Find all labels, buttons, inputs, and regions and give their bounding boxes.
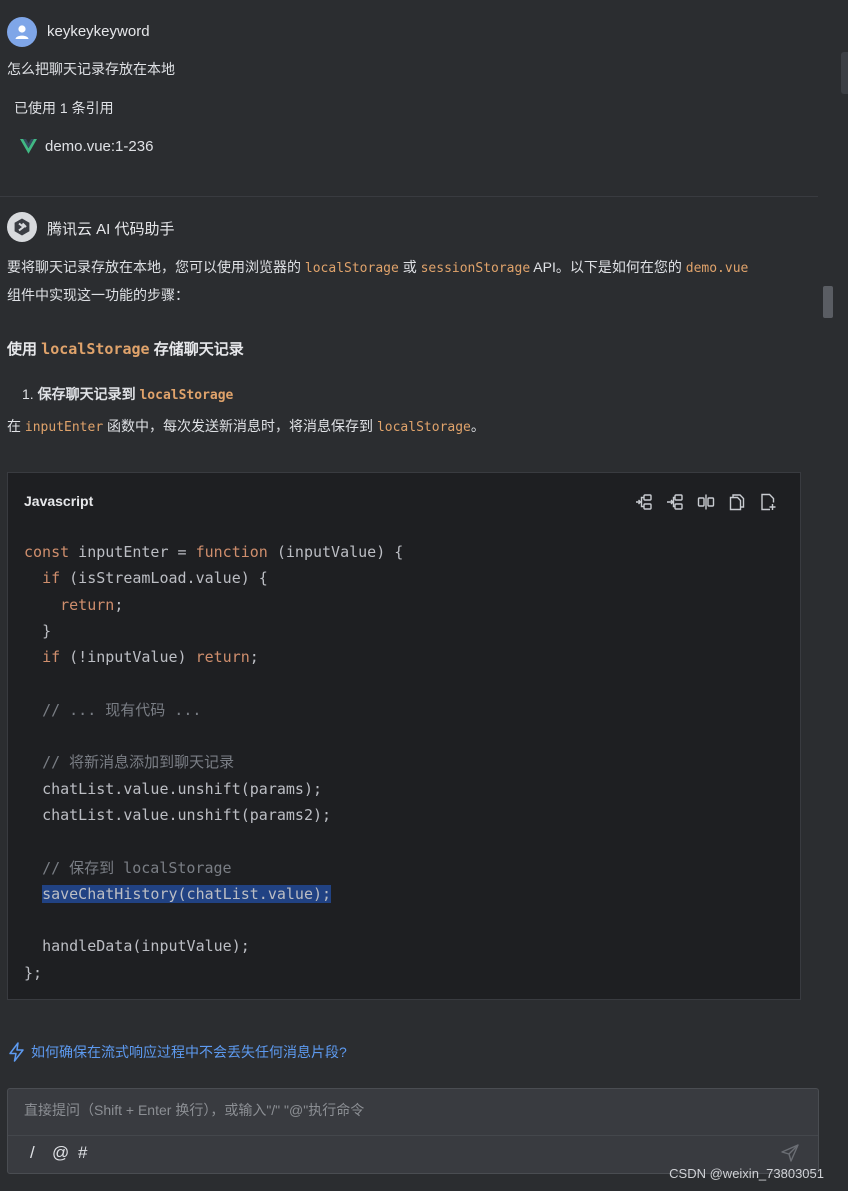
code-token: ; [249,648,259,667]
code-language-label: Javascript [24,493,94,509]
code-token: ; [114,595,124,614]
chat-input-box: / @ # [7,1088,819,1174]
diff-button[interactable] [695,491,716,512]
code-token: (!inputValue) [60,648,196,667]
user-icon [15,25,29,39]
code-token: (isStreamLoad.value) { [60,569,268,588]
insert-left-icon [635,493,652,510]
scrollbar-thumb[interactable] [823,286,833,318]
step-description: 在 inputEnter 函数中，每次发送新消息时，将消息保存到 localSt… [7,416,485,436]
slash-command-button[interactable]: / [30,1143,35,1163]
code-token: return [60,595,115,614]
step-number: 1. [22,386,34,402]
send-icon [781,1144,799,1162]
suggested-question-text: 如何确保在流式响应过程中不会丢失任何消息片段? [31,1044,347,1060]
heading-prefix: 使用 [7,341,42,358]
suggested-question[interactable]: 如何确保在流式响应过程中不会丢失任何消息片段? [8,1042,347,1062]
insert-right-button[interactable] [664,491,685,512]
code-token: return [195,648,250,667]
step-item: 1. 保存聊天记录到 localStorage [22,384,233,404]
diff-icon [697,494,714,509]
code-comment: // 保存到 localStorage [42,858,232,877]
code-toolbar [633,491,778,512]
input-divider [8,1135,818,1136]
code-token: chatList.value.unshift(params2); [42,805,332,824]
code-token: } [42,621,52,640]
user-question: 怎么把聊天记录存放在本地 [7,61,175,77]
code-token: function [195,543,268,561]
copy-icon [729,493,744,510]
inline-code-sessionstorage: sessionStorage [420,261,531,276]
code-token: chatList.value.unshift(params); [42,779,323,798]
reference-file-link[interactable]: demo.vue:1-236 [20,138,153,155]
username: keykeykeyword [47,23,150,40]
at-mention-button[interactable]: @ [52,1143,69,1163]
intro-text-2: 或 [398,259,421,275]
send-button[interactable] [780,1143,800,1166]
code-comment: // 将新消息添加到聊天记录 [42,753,235,772]
new-file-button[interactable] [757,491,778,512]
message-divider [0,196,818,197]
ai-avatar [7,212,37,242]
scrollbar-track[interactable] [832,0,848,1191]
user-avatar [7,17,37,47]
side-scroll-strip [841,52,848,94]
heading-suffix: 存储聊天记录 [149,341,244,358]
vue-icon [20,139,37,154]
code-token: const [24,543,70,561]
code-token: inputEnter = [69,543,196,561]
reference-count[interactable]: 已使用 1 条引用 [14,98,114,118]
new-file-icon [760,493,775,510]
code-content[interactable]: const inputEnter = function (inputValue)… [24,539,403,986]
code-comment: // ... 现有代码 ... [42,700,202,719]
insert-right-icon [666,493,683,510]
chat-input[interactable] [22,1101,786,1119]
inline-code-localstorage: localStorage [304,261,399,276]
hash-reference-button[interactable]: # [78,1143,87,1163]
desc-text-2: 函数中，每次发送新消息时，将消息保存到 [103,418,377,434]
assistant-intro: 要将聊天记录存放在本地，您可以使用浏览器的 localStorage 或 ses… [7,254,807,309]
code-block[interactable]: Javascript const inputEnter = function (… [7,472,801,1000]
csdn-watermark: CSDN @weixin_73803051 [669,1166,824,1181]
inline-code-localstorage-2: localStorage [376,420,471,435]
desc-text-3: 。 [470,418,485,434]
inline-code-inputenter: inputEnter [24,420,104,435]
intro-text-4: 组件中实现这一功能的步骤： [7,287,189,303]
code-token: if [42,569,61,588]
desc-text-1: 在 [7,418,25,434]
reference-file-name: demo.vue:1-236 [45,138,154,155]
tencent-cloud-logo-icon [14,218,30,236]
step-code: localStorage [139,388,234,403]
section-heading: 使用 localStorage 存储聊天记录 [7,338,244,359]
code-token: handleData(inputValue); [42,937,250,956]
code-token: (inputValue) { [267,543,404,561]
intro-text-3: API。以下是如何在您的 [530,259,686,275]
assistant-name: 腾讯云 AI 代码助手 [47,221,175,238]
intro-text-1: 要将聊天记录存放在本地，您可以使用浏览器的 [7,259,305,275]
lightning-icon [9,1042,24,1062]
heading-code: localStorage [41,340,150,358]
inline-code-demo-vue: demo.vue [685,261,749,276]
code-token: if [42,648,61,667]
code-token: }; [24,963,43,982]
copy-button[interactable] [726,491,747,512]
insert-left-button[interactable] [633,491,654,512]
step-text: 保存聊天记录到 [37,386,140,402]
code-selection: saveChatHistory(chatList.value); [42,884,332,903]
